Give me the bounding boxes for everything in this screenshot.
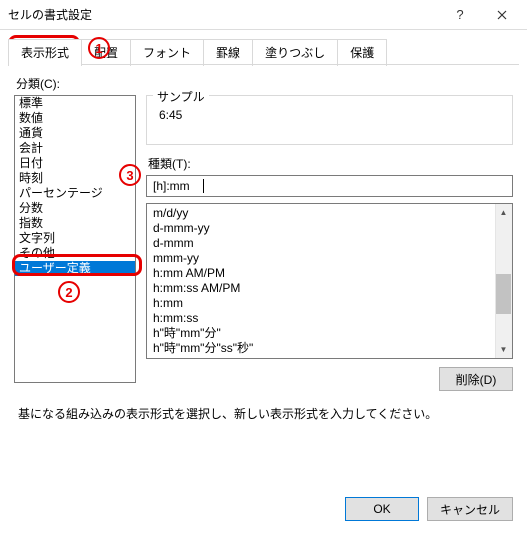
category-item[interactable]: 分数 bbox=[15, 201, 135, 216]
type-option[interactable]: d-mmm-yy bbox=[147, 221, 512, 236]
category-item[interactable]: パーセンテージ bbox=[15, 186, 135, 201]
category-item[interactable]: 通貨 bbox=[15, 126, 135, 141]
category-item[interactable]: 会計 bbox=[15, 141, 135, 156]
delete-button[interactable]: 削除(D) bbox=[439, 367, 513, 391]
tab-protection[interactable]: 保護 bbox=[337, 39, 387, 66]
type-listbox[interactable]: m/d/yyd-mmm-yyd-mmmmmm-yyh:mm AM/PMh:mm:… bbox=[146, 203, 513, 359]
titlebar: セルの書式設定 ? bbox=[0, 0, 527, 30]
tab-font[interactable]: フォント bbox=[130, 39, 204, 66]
cancel-button[interactable]: キャンセル bbox=[427, 497, 513, 521]
type-input-wrap[interactable] bbox=[146, 175, 513, 197]
sample-value: 6:45 bbox=[159, 108, 504, 122]
tab-alignment[interactable]: 配置 bbox=[81, 39, 131, 66]
type-option[interactable]: mmm-yy bbox=[147, 251, 512, 266]
dialog-buttons: OK キャンセル bbox=[345, 497, 513, 521]
hint-text: 基になる組み込みの表示形式を選択し、新しい表示形式を入力してください。 bbox=[18, 405, 509, 422]
category-item[interactable]: 日付 bbox=[15, 156, 135, 171]
category-item[interactable]: その他 bbox=[15, 246, 135, 261]
category-item[interactable]: 時刻 bbox=[15, 171, 135, 186]
scrollbar[interactable]: ▲ ▼ bbox=[495, 204, 512, 358]
tab-fill[interactable]: 塗りつぶし bbox=[252, 39, 338, 66]
type-input[interactable] bbox=[153, 179, 506, 193]
type-option[interactable]: d-mmm bbox=[147, 236, 512, 251]
scroll-down-icon[interactable]: ▼ bbox=[495, 341, 512, 358]
close-button[interactable] bbox=[481, 1, 523, 29]
type-option[interactable]: h:mm AM/PM bbox=[147, 266, 512, 281]
category-item[interactable]: ユーザー定義 bbox=[15, 261, 135, 276]
type-option[interactable]: h"時"mm"分" bbox=[147, 326, 512, 341]
category-item[interactable]: 数値 bbox=[15, 111, 135, 126]
panel: 分類(C): 標準数値通貨会計日付時刻パーセンテージ分数指数文字列その他ユーザー… bbox=[0, 65, 527, 434]
scroll-up-icon[interactable]: ▲ bbox=[495, 204, 512, 221]
type-option[interactable]: h"時"mm"分"ss"秒" bbox=[147, 341, 512, 356]
tab-strip: 表示形式 配置 フォント 罫線 塗りつぶし 保護 bbox=[0, 30, 527, 65]
tab-border[interactable]: 罫線 bbox=[203, 39, 253, 66]
sample-label: サンプル bbox=[153, 88, 209, 105]
help-button[interactable]: ? bbox=[439, 1, 481, 29]
type-option[interactable]: h:mm:ss bbox=[147, 311, 512, 326]
category-label: 分類(C): bbox=[16, 75, 513, 92]
type-option[interactable]: m/d/yy bbox=[147, 206, 512, 221]
category-item[interactable]: 指数 bbox=[15, 216, 135, 231]
window-title: セルの書式設定 bbox=[8, 6, 439, 23]
category-item[interactable]: 標準 bbox=[15, 96, 135, 111]
sample-box: サンプル 6:45 bbox=[146, 95, 513, 145]
ok-button[interactable]: OK bbox=[345, 497, 419, 521]
category-item[interactable]: 文字列 bbox=[15, 231, 135, 246]
type-option[interactable]: h:mm:ss AM/PM bbox=[147, 281, 512, 296]
close-icon bbox=[497, 10, 507, 20]
type-label: 種類(T): bbox=[148, 155, 513, 172]
category-listbox[interactable]: 標準数値通貨会計日付時刻パーセンテージ分数指数文字列その他ユーザー定義 bbox=[14, 95, 136, 383]
type-option[interactable]: h:mm bbox=[147, 296, 512, 311]
type-option[interactable]: yyyy/m/d h:mm bbox=[147, 356, 512, 359]
tab-display-format[interactable]: 表示形式 bbox=[8, 39, 82, 66]
scroll-thumb[interactable] bbox=[496, 274, 511, 314]
